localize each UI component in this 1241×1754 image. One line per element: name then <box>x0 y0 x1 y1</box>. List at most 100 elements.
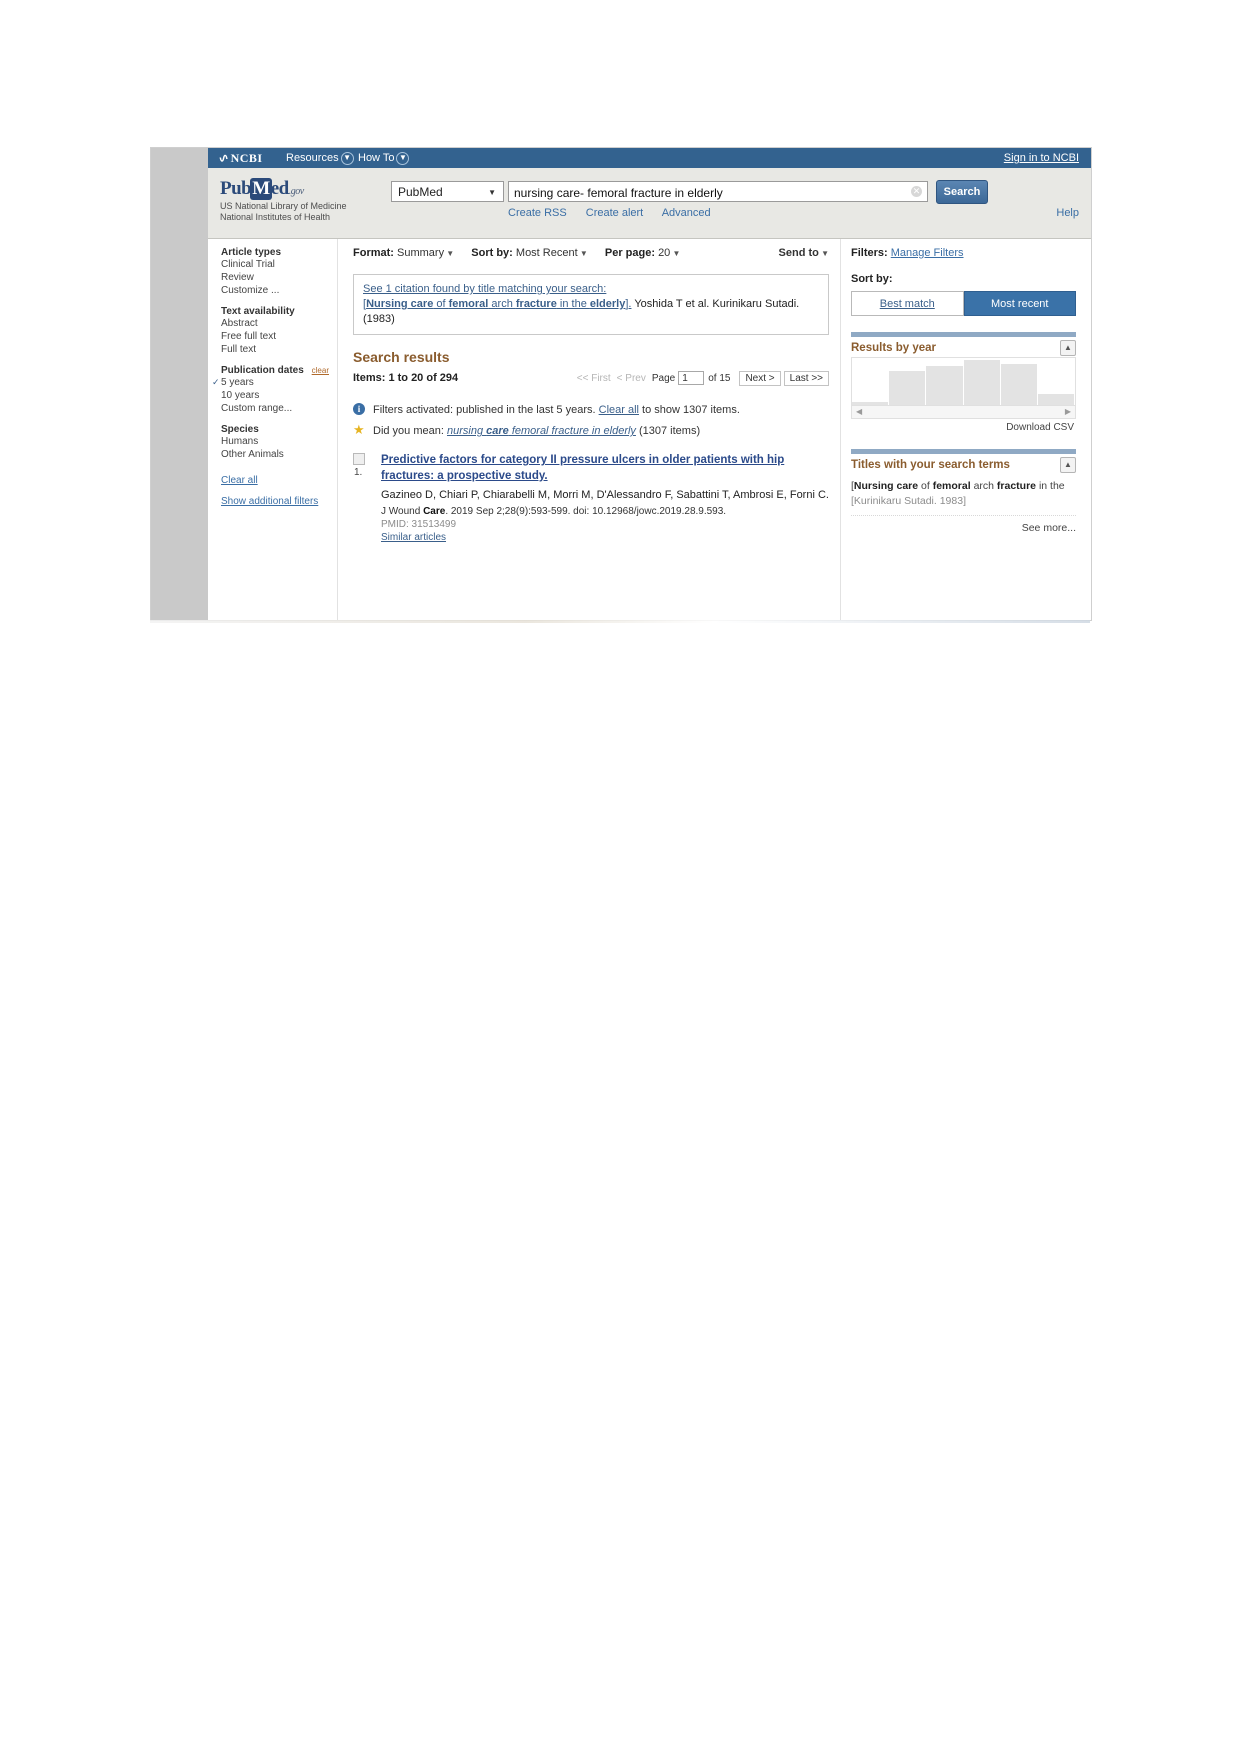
search-input-wrapper[interactable]: ✕ <box>508 181 928 203</box>
titles-panel-header: Titles with your search terms ▲ <box>851 454 1076 474</box>
ncbi-logo[interactable]: ∿ NCBI <box>218 148 263 168</box>
clear-all-filters-link[interactable]: Clear all <box>221 475 337 486</box>
institution-line-1: US National Library of Medicine <box>220 201 347 211</box>
pager-last-button[interactable]: Last >> <box>783 371 829 386</box>
download-csv-link[interactable]: Download CSV <box>851 422 1074 433</box>
arrow-right-icon[interactable]: ▶ <box>1065 406 1071 418</box>
chevron-down-icon: ▼ <box>396 152 410 165</box>
result-title-link[interactable]: Predictive factors for category II press… <box>381 452 829 484</box>
nav-howto[interactable]: How To ▼ <box>358 148 410 168</box>
show-additional-filters-link[interactable]: Show additional filters <box>221 496 337 507</box>
facet-item-5-years[interactable]: 5 years <box>212 376 337 389</box>
sort-control[interactable]: Sort by: Most Recent ▼ <box>471 247 588 259</box>
facet-item-review[interactable]: Review <box>221 271 337 284</box>
help-link[interactable]: Help <box>1056 207 1079 219</box>
title-match-citation[interactable]: [Nursing care of femoral arch fracture i… <box>363 297 819 327</box>
chevron-up-icon[interactable]: ▲ <box>1060 457 1076 473</box>
facet-item-other-animals[interactable]: Other Animals <box>221 448 337 461</box>
result-number: 1. <box>354 467 363 478</box>
citation-mid-2: arch <box>488 298 516 310</box>
titles-see-more-link[interactable]: See more... <box>851 522 1076 534</box>
search-header: PubMed.gov US National Library of Medici… <box>208 168 1091 239</box>
institution-line-2: National Institutes of Health <box>220 212 331 222</box>
pager-next-button[interactable]: Next > <box>739 371 781 386</box>
notice-filters-post: to show 1307 items. <box>638 404 740 416</box>
sort-option-best-match[interactable]: Best match <box>851 291 964 316</box>
send-to-label: Send to <box>778 247 819 259</box>
chart-scrollbar[interactable]: ◀ ▶ <box>851 406 1076 419</box>
facet-item-clinical-trial[interactable]: Clinical Trial <box>221 258 337 271</box>
results-by-year-chart <box>851 357 1076 406</box>
chevron-up-icon[interactable]: ▲ <box>1060 340 1076 356</box>
sign-in-link[interactable]: Sign in to NCBI <box>1004 148 1079 168</box>
facet-clear-link[interactable]: clear <box>312 366 329 375</box>
pager-total-pages: of 15 <box>708 373 731 384</box>
per-page-value: 20 <box>658 247 671 259</box>
filters-sidebar: Article types Clinical Trial Review Cust… <box>208 239 338 620</box>
create-rss-link[interactable]: Create RSS <box>508 207 567 219</box>
per-page-label: Per page: <box>604 247 655 259</box>
search-input[interactable] <box>509 182 908 203</box>
send-to-control[interactable]: Send to ▼ <box>779 247 829 259</box>
notice-clear-all-link[interactable]: Clear all <box>599 404 639 416</box>
arrow-left-icon[interactable]: ◀ <box>856 406 862 418</box>
facet-item-custom-range[interactable]: Custom range... <box>221 402 337 415</box>
nav-resources[interactable]: Resources ▼ <box>286 148 354 168</box>
format-value: Summary <box>397 247 445 259</box>
advanced-search-link[interactable]: Advanced <box>662 207 711 219</box>
right-sidebar: Filters: Manage Filters Sort by: Best ma… <box>840 239 1091 620</box>
results-by-year-title: Results by year <box>851 342 937 354</box>
facet-item-full-text[interactable]: Full text <box>221 343 337 356</box>
titles-panel-item[interactable]: [Nursing care of femoral arch fracture i… <box>851 474 1076 516</box>
similar-articles-link[interactable]: Similar articles <box>381 532 829 543</box>
chart-bar <box>852 402 890 405</box>
facet-item-humans[interactable]: Humans <box>221 435 337 448</box>
pager-page-label: Page <box>651 373 676 384</box>
page-cut-strip <box>150 620 1090 623</box>
facet-item-abstract[interactable]: Abstract <box>221 317 337 330</box>
institution-subtitle: US National Library of Medicine National… <box>220 201 347 223</box>
titles-mid-1: of <box>918 480 933 492</box>
notice-filters-activated: i Filters activated: published in the la… <box>353 403 829 417</box>
database-select-value: PubMed <box>398 185 443 199</box>
suggestion-post: femoral fracture in elderly <box>508 425 636 437</box>
database-select[interactable]: PubMed ▼ <box>391 181 504 202</box>
logo-m: M <box>250 178 272 200</box>
sort-option-most-recent[interactable]: Most recent <box>963 291 1076 316</box>
search-button[interactable]: Search <box>936 180 988 204</box>
ncbi-top-bar: ∿ NCBI Resources ▼ How To ▼ Sign in to NCBI <box>208 148 1091 168</box>
title-match-link[interactable]: See 1 citation found by title matching y… <box>363 282 819 297</box>
facet-item-10-years[interactable]: 10 years <box>221 389 337 402</box>
create-alert-link[interactable]: Create alert <box>586 207 643 219</box>
result-checkbox[interactable] <box>353 453 365 465</box>
pager-first: << First <box>576 373 611 384</box>
results-toolbar: Format: Summary ▼ Sort by: Most Recent ▼… <box>353 247 829 265</box>
per-page-control[interactable]: Per page: 20 ▼ <box>605 247 681 259</box>
filters-label: Filters: <box>851 247 888 259</box>
chart-bar <box>963 359 1001 405</box>
chart-bar <box>889 371 927 405</box>
facet-item-customize[interactable]: Customize ... <box>221 284 337 297</box>
citation-highlight-1: Nursing care <box>366 298 434 310</box>
manage-filters-link[interactable]: Manage Filters <box>891 247 964 259</box>
facet-group-text-availability: Text availability Abstract Free full tex… <box>221 306 337 356</box>
result-item: 1. Predictive factors for category II pr… <box>353 452 829 543</box>
suggestion-pre: nursing <box>446 425 487 437</box>
title-match-box: See 1 citation found by title matching y… <box>353 274 829 335</box>
facet-title-label: Publication dates <box>221 365 304 376</box>
results-by-year-header: Results by year ▲ <box>851 337 1076 357</box>
format-control[interactable]: Format: Summary ▼ <box>353 247 454 259</box>
logo-gov: .gov <box>288 186 304 197</box>
nav-resources-label: Resources <box>286 152 339 164</box>
citation-highlight-4: elderly <box>589 298 626 310</box>
facet-title-label: Text availability <box>221 306 295 317</box>
titles-highlight-3: fracture <box>996 480 1037 492</box>
chevron-down-icon: ▼ <box>444 249 455 258</box>
journal-rest: . 2019 Sep 2;28(9):593-599. doi: 10.1296… <box>445 506 727 517</box>
pubmed-logo[interactable]: PubMed.gov <box>220 178 304 200</box>
facet-item-free-full-text[interactable]: Free full text <box>221 330 337 343</box>
clear-search-icon[interactable]: ✕ <box>911 186 922 197</box>
facet-title-label: Article types <box>221 247 282 258</box>
did-you-mean-suggestion[interactable]: nursing care femoral fracture in elderly <box>447 425 636 437</box>
pager-page-input[interactable]: 1 <box>678 371 705 386</box>
